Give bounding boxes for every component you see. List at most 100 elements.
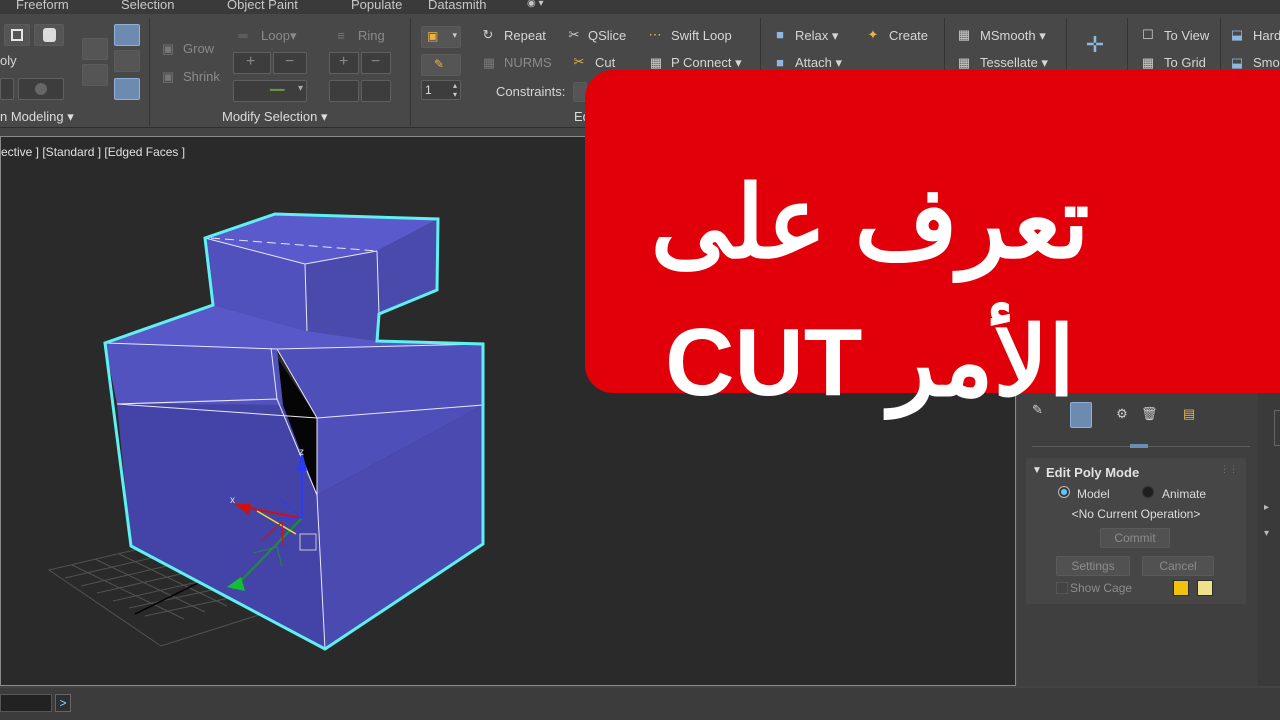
tab-selection[interactable]: Selection [121, 0, 174, 12]
loop-shrink-button[interactable]: − [273, 52, 307, 74]
cut-button[interactable]: Cut [595, 55, 615, 70]
settings-button[interactable]: Settings [1056, 556, 1130, 576]
tessellate-icon[interactable]: ▦ [956, 55, 972, 71]
msmooth-icon[interactable]: ▦ [956, 27, 972, 43]
make-planar-icon[interactable]: ✛ [1084, 32, 1106, 58]
ring-button[interactable]: Ring [358, 28, 385, 43]
ribbon-separator [149, 18, 150, 126]
nurms-icon[interactable]: ▦ [481, 55, 497, 71]
model-radio[interactable] [1058, 486, 1070, 498]
sphere-icon[interactable] [18, 78, 64, 100]
relax-button[interactable]: Relax ▾ [795, 28, 838, 44]
ignore-backfacing-icon[interactable] [114, 24, 140, 46]
shrink-icon[interactable]: ▣ [160, 69, 176, 85]
qslice-button[interactable]: QSlice [588, 28, 626, 43]
ring-shrink-button[interactable]: − [361, 52, 391, 74]
attach-icon[interactable]: ■ [772, 55, 788, 71]
swift-loop-icon[interactable]: ⋯ [647, 27, 663, 43]
nurms-button[interactable]: NURMS [504, 55, 552, 70]
animate-radio[interactable] [1142, 486, 1154, 498]
relax-icon[interactable]: ■ [772, 27, 788, 43]
command-panel: ✎ ⚙ 🗑 ▤ ▼ Edit Poly Mode ⋮⋮ Model Animat… [1018, 392, 1258, 686]
to-grid-icon[interactable]: ▦ [1140, 55, 1156, 71]
attach-button[interactable]: Attach ▾ [795, 55, 842, 71]
gizmo-x-label: x [230, 495, 235, 506]
animate-label: Animate [1162, 487, 1207, 501]
preserve-uvs-icon[interactable] [82, 38, 108, 60]
banner-title-line2: الأمر CUT [665, 309, 1075, 416]
maxscript-run-button[interactable]: > [55, 694, 71, 712]
tab-populate[interactable]: Populate [351, 0, 402, 12]
p-connect-button[interactable]: P Connect ▾ [671, 55, 742, 71]
collapse-arrow-icon[interactable]: ▾ [1264, 528, 1269, 539]
cage-color-swatch-2[interactable] [1197, 580, 1213, 596]
grow-button[interactable]: Grow [183, 41, 214, 56]
maxscript-listener-field[interactable] [0, 694, 52, 712]
model-label: Model [1077, 487, 1110, 501]
loop-grow-button[interactable]: + [233, 52, 271, 74]
gizmo-z-label: z [299, 447, 304, 458]
hard-icon[interactable]: ⬓ [1229, 27, 1245, 43]
ribbon-separator [410, 18, 411, 126]
create-icon[interactable]: ✦ [865, 27, 881, 43]
shrink-button[interactable]: Shrink [183, 69, 220, 84]
modifier-icon[interactable] [0, 78, 14, 100]
qslice-icon[interactable]: ✂ [566, 27, 582, 43]
group-label-modify-selection[interactable]: Modify Selection ▾ [222, 109, 328, 129]
smooth-icon[interactable]: ⬓ [1229, 55, 1245, 71]
configure-sets-icon[interactable]: ▤ [1181, 406, 1197, 422]
to-view-button[interactable]: To View [1164, 28, 1209, 43]
ring-grow-button[interactable]: + [329, 52, 359, 74]
repeat-button[interactable]: Repeat [504, 28, 546, 43]
show-cage-checkbox[interactable] [1056, 582, 1068, 594]
smooth-button[interactable]: Smo [1253, 55, 1280, 70]
tab-options-icon[interactable]: ◉ ▾ [527, 0, 544, 9]
cancel-button[interactable]: Cancel [1142, 556, 1214, 576]
box-object-icon[interactable] [34, 24, 64, 46]
side-panel-strip: ▸ ▾ [1258, 392, 1280, 686]
hard-button[interactable]: Hard [1253, 28, 1280, 43]
rollout-grip-icon: ⋮⋮ [1220, 464, 1238, 474]
rollout-title[interactable]: Edit Poly Mode [1046, 465, 1139, 480]
ring-select-button[interactable] [361, 80, 391, 102]
panel-resize-handle[interactable] [1130, 444, 1148, 448]
cage-color-swatch-1[interactable] [1173, 580, 1189, 596]
loop-dropdown-icon[interactable]: ▾ [290, 28, 297, 44]
tab-object-paint[interactable]: Object Paint [227, 0, 298, 12]
loop-button[interactable]: Loop [261, 28, 290, 43]
paint-deform-icon[interactable]: ✎ [421, 54, 461, 76]
msmooth-button[interactable]: MSmooth ▾ [980, 28, 1046, 44]
side-tab[interactable] [1274, 410, 1280, 446]
expand-arrow-icon[interactable]: ▸ [1264, 502, 1269, 513]
edit-poly-mode-rollout: ▼ Edit Poly Mode ⋮⋮ Model Animate <No Cu… [1026, 458, 1246, 604]
repeat-icon[interactable]: ↻ [480, 27, 496, 43]
pin-stack-icon[interactable] [114, 50, 140, 72]
swift-loop-button[interactable]: Swift Loop [671, 28, 732, 43]
show-cage-label: Show Cage [1070, 581, 1133, 595]
tessellate-button[interactable]: Tessellate ▾ [980, 55, 1048, 71]
tab-freeform[interactable]: Freeform [16, 0, 69, 12]
cut-icon[interactable]: ✂ [571, 54, 587, 70]
ring-shift-button[interactable] [329, 80, 359, 102]
poly-label: oly [0, 53, 17, 68]
loop-icon[interactable]: ═ [235, 28, 251, 44]
main-box-front-upper [105, 343, 283, 405]
commit-button[interactable]: Commit [1100, 528, 1170, 548]
collapse-stack-icon[interactable] [82, 64, 108, 86]
current-operation-text: <No Current Operation> [1071, 507, 1201, 521]
grow-icon[interactable]: ▣ [160, 41, 176, 57]
tab-datasmith[interactable]: Datasmith [428, 0, 487, 12]
select-object-button[interactable] [4, 24, 30, 46]
show-end-result-icon[interactable] [114, 78, 140, 100]
spinner-input[interactable]: 1 ▴ ▾ [421, 80, 461, 100]
create-button[interactable]: Create [889, 28, 928, 43]
loop-mode-dropdown[interactable]: ━━ ▾ [233, 80, 307, 102]
ring-icon[interactable]: ≡ [333, 28, 349, 44]
to-view-icon[interactable]: ☐ [1140, 27, 1156, 43]
rollout-collapse-icon[interactable]: ▼ [1032, 465, 1042, 476]
title-banner: تعرف على الأمر CUT [585, 70, 1280, 416]
to-grid-button[interactable]: To Grid [1164, 55, 1206, 70]
preserve-uv-dropdown[interactable]: ▣ ▾ [421, 26, 461, 48]
group-label-polygon-modeling[interactable]: n Modeling ▾ [0, 109, 74, 129]
p-connect-icon[interactable]: ▦ [648, 55, 664, 71]
